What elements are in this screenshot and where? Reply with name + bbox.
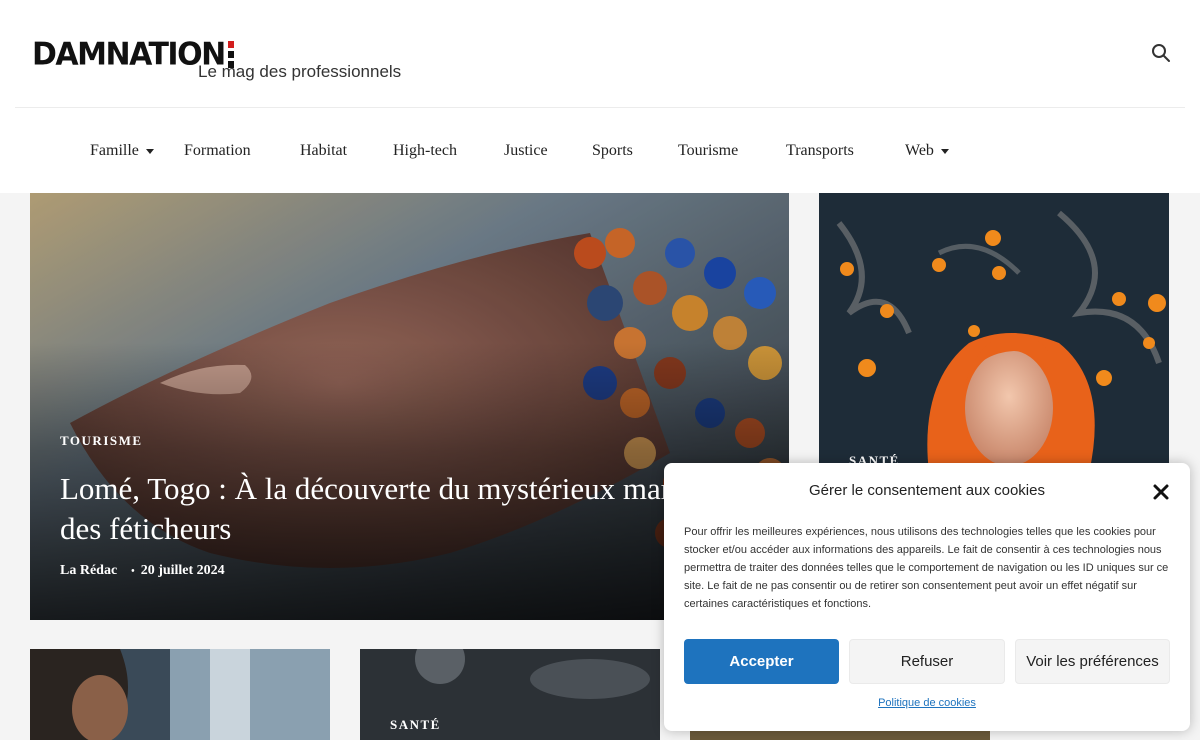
caret-down-icon: [940, 148, 949, 154]
nav-item-sports[interactable]: Sports: [592, 142, 633, 160]
nav-item-high-tech[interactable]: High-tech: [393, 142, 457, 160]
article-card[interactable]: [30, 649, 330, 740]
nav-item-transports[interactable]: Transports: [786, 142, 854, 160]
accept-button[interactable]: Accepter: [684, 639, 839, 684]
nav-item-label: Tourisme: [678, 142, 739, 159]
nav-item-formation[interactable]: Formation: [184, 142, 251, 160]
article-category[interactable]: TOURISME: [60, 433, 143, 449]
refuse-button[interactable]: Refuser: [849, 639, 1005, 684]
nav-item-label: Transports: [786, 142, 854, 159]
site-header: DAMNATION Le mag des professionnels Fami…: [0, 0, 1200, 193]
article-meta: La Rédac • 20 juillet 2024: [60, 563, 225, 579]
site-tagline: Le mag des professionnels: [198, 62, 402, 81]
close-icon[interactable]: [1150, 481, 1172, 503]
search-icon[interactable]: [1150, 42, 1172, 64]
nav-item-famille[interactable]: Famille: [90, 142, 154, 160]
nav-item-label: Justice: [504, 142, 548, 159]
meta-separator: •: [131, 565, 135, 577]
nav-item-tourisme[interactable]: Tourisme: [678, 142, 738, 160]
side-article-image: [819, 193, 1169, 473]
article-author[interactable]: La Rédac: [60, 563, 117, 579]
preferences-button[interactable]: Voir les préférences: [1015, 639, 1170, 684]
nav-item-label: Sports: [592, 142, 633, 159]
cookie-dialog-text: Pour offrir les meilleures expériences, …: [684, 526, 1169, 610]
nav-item-habitat[interactable]: Habitat: [300, 142, 347, 160]
cookie-policy-link[interactable]: Politique de cookies: [664, 697, 1190, 709]
nav-item-web[interactable]: Web: [905, 142, 949, 160]
nav-item-label: Famille: [90, 142, 139, 159]
main-nav: Famille Formation Habitat High-tech Just…: [0, 108, 1200, 193]
article-date: 20 juillet 2024: [140, 563, 225, 578]
cookie-consent-dialog: Gérer le consentement aux cookies Pour o…: [664, 463, 1190, 731]
cookie-dialog-title: Gérer le consentement aux cookies: [809, 482, 1045, 499]
caret-down-icon: [145, 148, 154, 154]
nav-item-label: Web: [905, 142, 934, 159]
nav-item-justice[interactable]: Justice: [504, 142, 548, 160]
nav-item-label: High-tech: [393, 142, 457, 159]
article-card[interactable]: SANTÉ: [360, 649, 660, 740]
card-image: [30, 649, 330, 740]
side-article[interactable]: SANTÉ: [819, 193, 1169, 473]
card-category[interactable]: SANTÉ: [390, 717, 441, 733]
nav-item-label: Formation: [184, 142, 251, 159]
nav-item-label: Habitat: [300, 142, 348, 159]
article-title[interactable]: Lomé, Togo : À la découverte du mystérie…: [60, 469, 760, 549]
logo-text: DAMNATION: [32, 35, 226, 73]
